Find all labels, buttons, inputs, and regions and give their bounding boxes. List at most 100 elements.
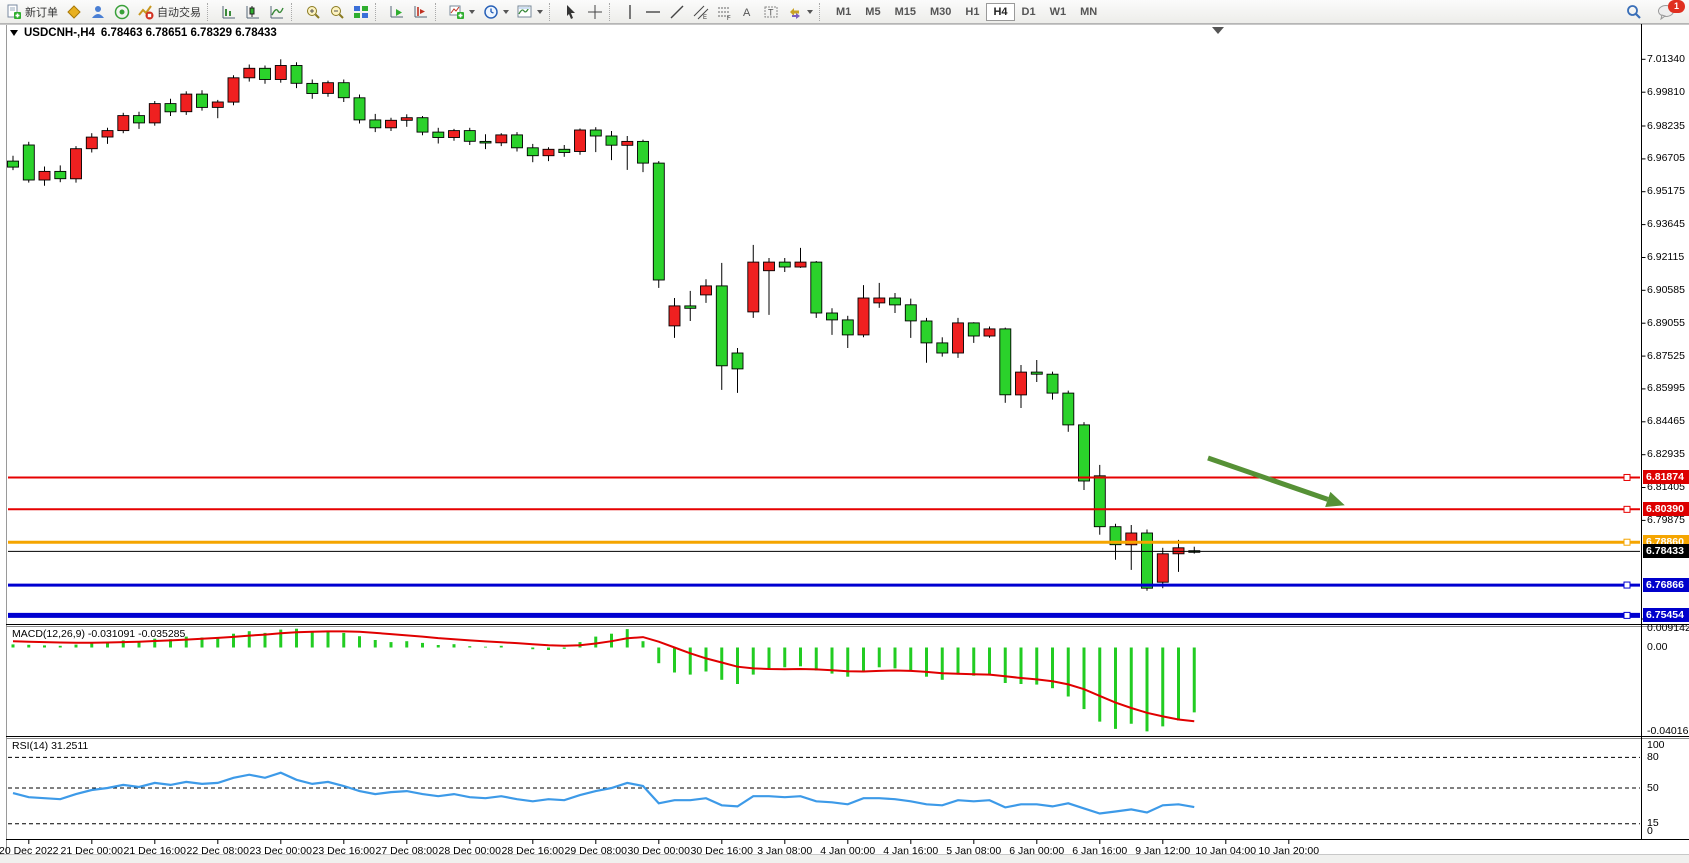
timeframe-button-mn[interactable]: MN <box>1073 3 1104 21</box>
candle-body <box>433 132 444 137</box>
macd-axis-label: 0.00 <box>1647 641 1667 653</box>
chart-canvas[interactable] <box>0 24 1689 863</box>
chart-window[interactable]: USDCNH-,H4 6.78463 6.78651 6.78329 6.784… <box>0 24 1689 863</box>
autotrading-label: 自动交易 <box>157 4 201 20</box>
candle-body <box>71 149 82 179</box>
chart-ohlc-values: 6.78463 6.78651 6.78329 6.78433 <box>101 27 277 39</box>
favorites-button[interactable] <box>62 3 86 21</box>
price-tick-label: 6.82935 <box>1647 448 1685 460</box>
candle-body <box>953 323 964 353</box>
channel-icon: E <box>693 4 709 20</box>
price-tick-label: 6.99810 <box>1647 86 1685 98</box>
templates-button[interactable] <box>513 3 547 21</box>
crosshair-button[interactable] <box>583 3 607 21</box>
vertical-line-button[interactable] <box>619 3 641 21</box>
candle-body <box>354 98 365 120</box>
timeframe-button-h1[interactable]: H1 <box>958 3 986 21</box>
level-line-handle[interactable] <box>1624 582 1630 588</box>
candle-body <box>244 68 255 78</box>
notification-count-badge: 1 <box>1668 0 1685 13</box>
horizontal-line-button[interactable] <box>641 3 665 21</box>
price-level-badge: 6.81874 <box>1643 470 1689 484</box>
line-chart-icon <box>269 4 285 20</box>
candle-body <box>102 131 113 137</box>
signals-button[interactable] <box>110 3 134 21</box>
text-button[interactable]: A <box>737 3 759 21</box>
candle-body <box>134 116 145 123</box>
bar-chart-button[interactable] <box>217 3 241 21</box>
candle-body <box>716 286 727 366</box>
candle-body <box>307 83 318 93</box>
candle-body <box>622 141 633 145</box>
cursor-button[interactable] <box>559 3 583 21</box>
level-line-handle[interactable] <box>1624 612 1630 618</box>
gold-diamond-icon <box>66 4 82 20</box>
timeframe-button-m15[interactable]: M15 <box>888 3 923 21</box>
time-axis-label: 30 Dec 16:00 <box>691 845 753 857</box>
svg-text:T: T <box>768 7 774 17</box>
candle-body <box>858 298 869 335</box>
timeframe-button-m1[interactable]: M1 <box>829 3 858 21</box>
candle-body <box>590 130 601 136</box>
candle-body <box>338 83 349 98</box>
toolbar-separator <box>549 3 557 21</box>
toolbar-separator <box>375 3 383 21</box>
zoom-in-icon <box>305 4 321 20</box>
timeframe-button-w1[interactable]: W1 <box>1043 3 1074 21</box>
channel-button[interactable]: E <box>689 3 713 21</box>
chart-symbol-label: USDCNH-,H4 <box>24 27 95 39</box>
candle-body <box>323 83 334 94</box>
ohlc-collapse-icon[interactable] <box>10 30 18 36</box>
zoom-out-button[interactable] <box>325 3 349 21</box>
candle-body <box>149 104 160 123</box>
candle-body <box>370 120 381 128</box>
timeframe-button-m5[interactable]: M5 <box>858 3 887 21</box>
time-axis-label: 10 Jan 20:00 <box>1258 845 1319 857</box>
timeframe-button-d1[interactable]: D1 <box>1015 3 1043 21</box>
rsi-indicator-label: RSI(14) 31.2511 <box>12 740 88 752</box>
text-label-button[interactable]: T <box>759 3 783 21</box>
line-chart-button[interactable] <box>265 3 289 21</box>
zoom-in-button[interactable] <box>301 3 325 21</box>
price-tick-label: 6.95175 <box>1647 185 1685 197</box>
fibonacci-button[interactable]: F <box>713 3 737 21</box>
shapes-icon <box>787 4 803 20</box>
notifications-button[interactable]: 1 <box>1653 2 1681 22</box>
add-indicator-button[interactable] <box>445 3 479 21</box>
auto-scroll-button[interactable] <box>385 3 409 21</box>
price-level-badge: 6.80390 <box>1643 502 1689 516</box>
scroll-group <box>385 0 433 23</box>
svg-text:F: F <box>727 16 731 20</box>
signal-icon <box>114 4 130 20</box>
candle-body <box>842 320 853 335</box>
tile-windows-button[interactable] <box>349 3 373 21</box>
level-line-handle[interactable] <box>1624 506 1630 512</box>
timeframe-button-h4[interactable]: H4 <box>986 3 1014 21</box>
candle-body <box>764 262 775 271</box>
trendline-button[interactable] <box>665 3 689 21</box>
candle-body <box>417 118 428 132</box>
candle-body <box>559 149 570 152</box>
candle-body <box>937 343 948 353</box>
chart-shift-button[interactable] <box>409 3 433 21</box>
search-button[interactable] <box>1621 2 1647 22</box>
periods-button[interactable] <box>479 3 513 21</box>
autotrading-button[interactable]: 自动交易 <box>134 3 205 21</box>
candle-body <box>748 262 759 312</box>
timeframe-button-m30[interactable]: M30 <box>923 3 958 21</box>
candlestick-button[interactable] <box>241 3 265 21</box>
level-line-handle[interactable] <box>1624 474 1630 480</box>
template-icon <box>517 4 533 20</box>
price-tick-label: 6.92115 <box>1647 251 1684 263</box>
candle-body <box>291 66 302 84</box>
shapes-button[interactable] <box>783 3 817 21</box>
candle-body <box>638 141 649 163</box>
bar-chart-icon <box>221 4 237 20</box>
candle-body <box>275 66 286 80</box>
macd-axis-label: -0.040162 <box>1647 725 1689 737</box>
price-tick-label: 6.89055 <box>1647 317 1685 329</box>
price-tick-label: 6.85995 <box>1647 382 1685 394</box>
level-line-handle[interactable] <box>1624 539 1630 545</box>
profile-button[interactable] <box>86 3 110 21</box>
new-order-button[interactable]: 新订单 <box>2 3 62 21</box>
